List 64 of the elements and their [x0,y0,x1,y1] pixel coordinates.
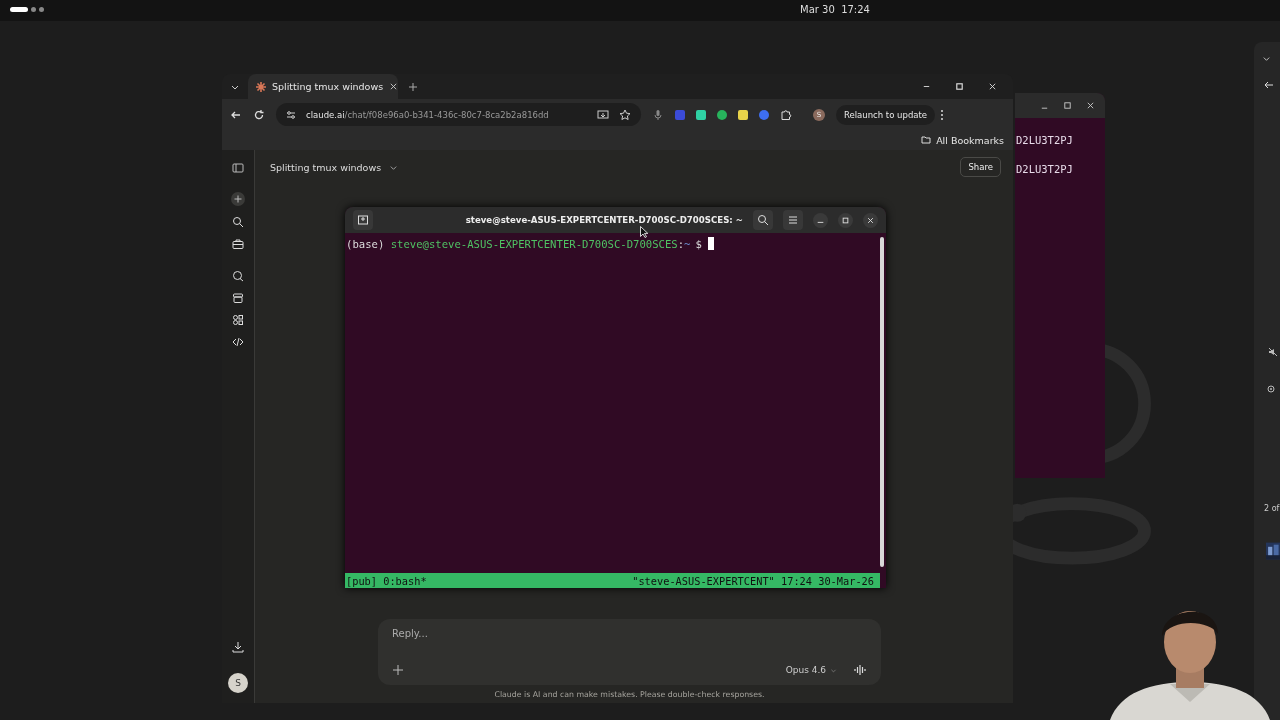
workspace-indicator[interactable] [10,7,28,12]
folder-icon [921,135,932,145]
sidebar-toggle-icon[interactable] [232,162,244,174]
close-icon[interactable] [389,82,399,91]
menu-icon[interactable] [783,210,803,230]
address-bar[interactable]: claude.ai/chat/f08e96a0-b341-436c-80c7-8ca2b2a816dd [276,103,641,126]
new-tab-icon[interactable] [353,210,373,230]
status-left: [pub] 0:bash* [346,574,427,587]
prompt-user: steve@steve-ASUS-EXPERTCENTER-D700SC-D700SCES [390,237,678,250]
close-icon[interactable] [1086,101,1095,110]
download-icon[interactable] [232,641,244,653]
mute-icon[interactable] [1268,347,1278,357]
browser-tab[interactable]: Splitting tmux windows [248,74,398,99]
more-menu-icon[interactable] [940,108,945,121]
prompt-symbol: $ [695,237,702,250]
voice-icon[interactable] [853,663,867,677]
page-counter: 2 of [1264,504,1280,513]
new-chat-icon[interactable] [231,192,245,206]
star-icon[interactable] [619,108,631,121]
workspace-indicator[interactable] [39,7,44,12]
share-button[interactable]: Share [960,157,1001,177]
reload-icon[interactable] [253,108,265,121]
plus-icon[interactable] [392,664,404,676]
model-selector[interactable]: Opus 4.6 [785,665,826,675]
back-arrow-icon[interactable] [1264,80,1274,90]
settings-icon[interactable] [1266,384,1276,394]
maximize-icon[interactable] [1063,101,1072,110]
terminal-line: D2LU3T2PJ [1016,162,1074,177]
reply-box[interactable]: Reply... Opus 4.6 [378,619,881,685]
chevron-down-icon[interactable] [1262,54,1271,63]
search-icon[interactable] [753,210,773,230]
workspace-indicator[interactable] [31,7,36,12]
clock[interactable]: Mar 30 17:24 [800,4,870,15]
mouse-cursor-icon [640,226,648,238]
box-icon[interactable] [232,292,244,304]
prompt-separator: : [677,237,685,250]
conda-env: (base) [346,237,385,250]
maximize-icon[interactable] [955,82,964,91]
maximize-icon[interactable] [838,212,853,228]
status-right: "steve-ASUS-EXPERTCENT" 17:24 30-Mar-26 [632,574,874,587]
close-icon[interactable] [988,82,997,91]
scrollbar[interactable] [880,237,884,567]
extension-icon[interactable] [738,109,748,120]
tune-icon[interactable] [286,109,296,120]
briefcase-icon[interactable] [232,238,244,250]
extension-icon[interactable] [696,109,706,120]
new-tab-icon[interactable] [408,81,418,92]
chat-title-menu[interactable]: Splitting tmux windows [270,161,382,173]
close-icon[interactable] [863,212,878,228]
asterisk-logo-icon [256,81,266,92]
install-app-icon[interactable] [597,108,609,121]
relaunch-button[interactable]: Relaunch to update [836,104,936,125]
bookmarks-folder[interactable]: All Bookmarks [921,134,1004,146]
shapes-icon[interactable] [232,314,244,326]
reply-field[interactable]: Reply... [392,628,592,639]
microphone-icon[interactable] [652,108,664,121]
prompt-path: ~ [684,237,691,250]
extension-icon[interactable] [717,109,727,120]
search-icon[interactable] [232,216,244,228]
terminal-line: D2LU3T2PJ [1016,133,1074,148]
code-icon[interactable] [232,336,244,348]
window-title: steve@steve-ASUS-EXPERTCENTER-D700SC-D700SCES: ~ [465,215,743,225]
user-avatar[interactable]: S [228,673,248,693]
text-cursor [707,237,714,250]
